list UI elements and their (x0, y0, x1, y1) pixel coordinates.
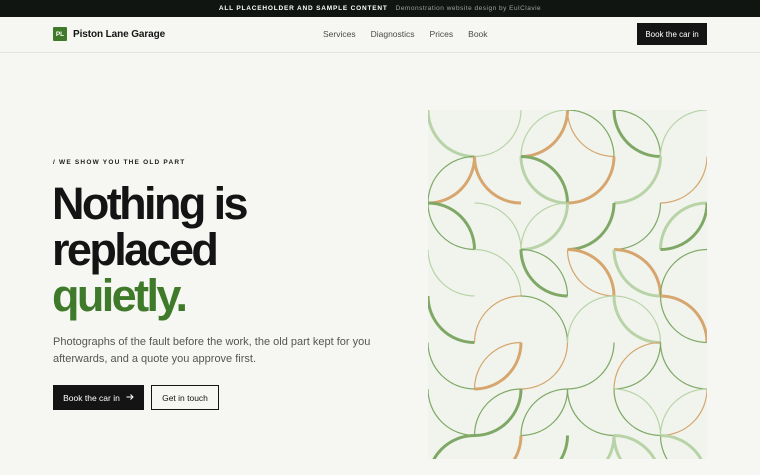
pattern-arc (659, 248, 707, 297)
pattern-arc (428, 156, 476, 205)
headline-line-2: replaced (52, 224, 219, 275)
pattern-arc (428, 295, 475, 344)
pattern-arc (613, 388, 662, 436)
pattern-arc (613, 342, 662, 390)
header-book-button[interactable]: Book the car in (637, 23, 707, 45)
nav-link-book[interactable]: Book (468, 29, 487, 39)
pattern-arc (474, 388, 523, 437)
pattern-arc (473, 295, 522, 343)
announcement-strong-text: ALL PLACEHOLDER AND SAMPLE CONTENT (218, 5, 388, 12)
pattern-arc (428, 110, 475, 158)
pattern-arc (660, 156, 707, 204)
brand-link[interactable]: PL Piston Lane Garage (53, 27, 165, 41)
main-menu: Services Diagnostics Prices Book (323, 29, 488, 39)
hero-eyebrow: / WE SHOW YOU THE OLD PART (53, 159, 186, 166)
pattern-arc (613, 341, 661, 390)
pattern-arc (612, 295, 661, 344)
hero-pattern-illustration (428, 110, 707, 459)
pattern-arc (660, 388, 707, 437)
hero-lead-paragraph: Photographs of the fault before the work… (53, 336, 371, 365)
pattern-arc (660, 434, 703, 459)
hero-book-button[interactable]: Book the car in (53, 385, 144, 410)
pattern-arc (474, 202, 522, 250)
pattern-arc (428, 249, 475, 297)
pattern-arc (613, 434, 657, 459)
pattern-arc (474, 342, 523, 391)
announcement-bar: ALL PLACEHOLDER AND SAMPLE CONTENT Demon… (0, 0, 760, 17)
pattern-arc (566, 295, 615, 343)
hero-headline: Nothing is replaced quietly. (52, 178, 249, 321)
pattern-arc (428, 342, 475, 390)
pattern-arc (567, 110, 615, 157)
arc-pattern-graphic (428, 110, 707, 459)
pattern-arc (659, 342, 707, 390)
pattern-arc (613, 388, 661, 437)
pattern-arc (567, 248, 616, 297)
hero-book-button-label: Book the car in (63, 392, 120, 403)
get-in-touch-button[interactable]: Get in touch (151, 385, 219, 410)
pattern-arc (520, 388, 569, 437)
pattern-arc (613, 202, 662, 251)
brand-logo: PL (53, 27, 67, 41)
pattern-arc (659, 388, 707, 436)
nav-link-diagnostics[interactable]: Diagnostics (371, 29, 415, 39)
pattern-arc (567, 202, 616, 251)
nav-link-prices[interactable]: Prices (430, 29, 454, 39)
pattern-arc (473, 156, 522, 205)
pattern-arc (660, 294, 707, 343)
pattern-arc (659, 110, 707, 157)
arrow-right-icon (126, 393, 134, 403)
pattern-arc (567, 342, 615, 390)
pattern-arc (432, 434, 475, 459)
pattern-arc (520, 295, 569, 343)
headline-accent: quietly. (52, 270, 188, 321)
pattern-arc (612, 110, 661, 158)
pattern-arc (520, 202, 569, 251)
headline-line-1: Nothing is (52, 178, 249, 229)
pattern-arc (605, 435, 616, 459)
pattern-arc (428, 201, 476, 250)
pattern-arc (520, 342, 569, 390)
pattern-arc (474, 110, 522, 158)
pattern-arc (520, 110, 569, 158)
announcement-credit-text: Demonstration website design by EulClavi… (395, 5, 542, 12)
brand-name: Piston Lane Garage (73, 28, 166, 40)
nav-link-services[interactable]: Services (323, 29, 356, 39)
pattern-arc (512, 435, 523, 459)
pattern-arc (520, 388, 568, 436)
pattern-arc (566, 110, 615, 158)
pattern-arc (428, 388, 475, 437)
site-header: PL Piston Lane Garage Services Diagnosti… (0, 17, 760, 53)
pattern-arc (566, 388, 615, 437)
pattern-arc (567, 156, 616, 205)
pattern-arc (613, 156, 662, 205)
pattern-arc (474, 248, 522, 297)
pattern-arc (559, 435, 569, 459)
pattern-arc (519, 249, 568, 298)
